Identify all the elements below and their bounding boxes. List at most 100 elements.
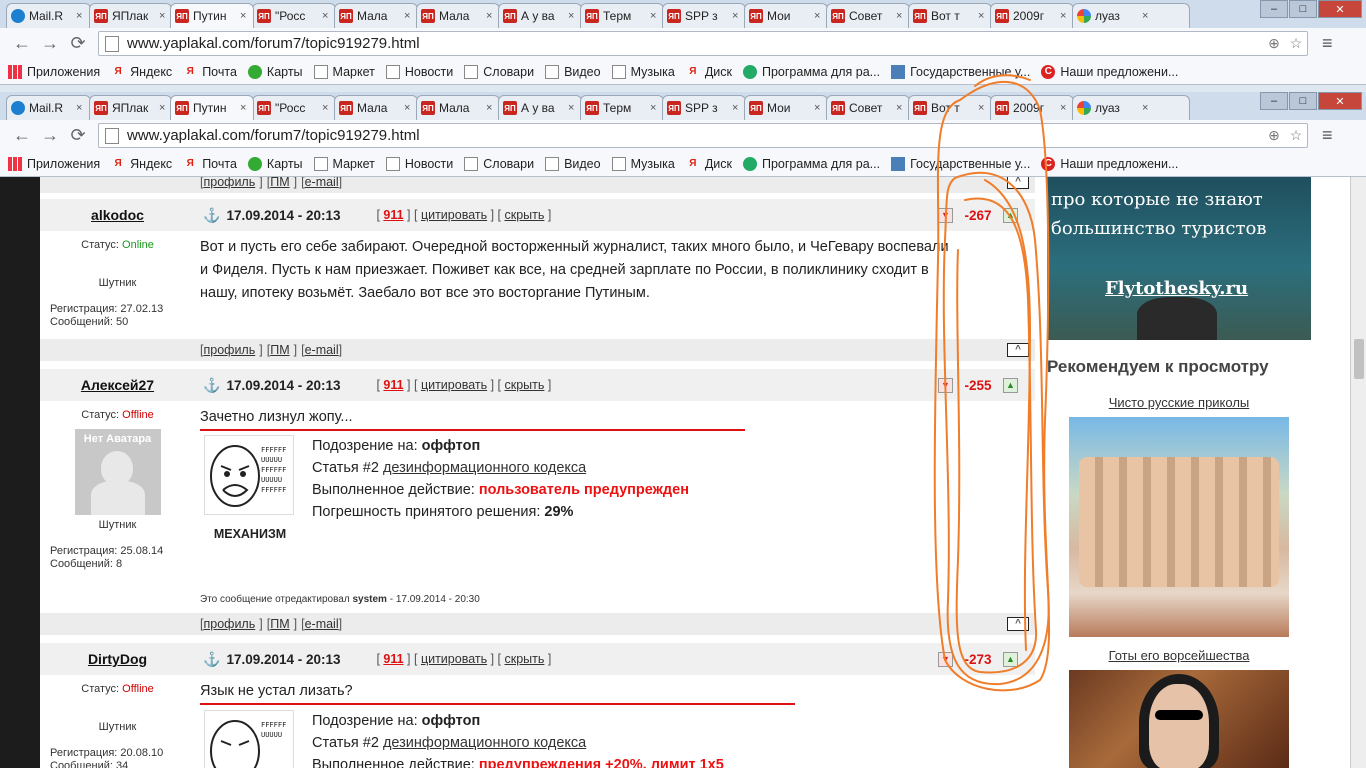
back-icon[interactable]: ← — [8, 125, 36, 146]
minimize-icon[interactable]: – — [1260, 92, 1288, 110]
close-window-icon[interactable]: ✕ — [1318, 92, 1362, 110]
vote-up-icon[interactable]: ▲ — [1003, 207, 1018, 223]
tab[interactable]: ЯП Мала × — [334, 3, 418, 28]
zoom-icon[interactable]: ⊕ — [1263, 35, 1285, 52]
close-tab-icon[interactable]: × — [76, 102, 82, 114]
bookmark-item[interactable]: С Наши предложени... — [1041, 64, 1178, 79]
tab[interactable]: ЯП Вот т × — [908, 3, 992, 28]
bookmark-item[interactable]: Государственные у... — [891, 64, 1030, 79]
bookmark-item[interactable]: Карты — [247, 64, 303, 79]
bookmark-item[interactable]: Я Яндекс — [111, 157, 173, 171]
close-tab-icon[interactable]: × — [568, 102, 574, 114]
vote-down-icon[interactable]: ▼ — [938, 651, 953, 667]
close-tab-icon[interactable]: × — [896, 102, 902, 114]
profile-link[interactable]: профиль — [203, 617, 255, 631]
anchor-icon[interactable]: ⚓ — [203, 651, 220, 668]
vote-down-icon[interactable]: ▼ — [938, 377, 953, 393]
reload-icon[interactable]: ⟳ — [64, 125, 92, 146]
bookmark-item[interactable]: Видео — [545, 64, 601, 79]
close-tab-icon[interactable]: × — [322, 102, 328, 114]
close-tab-icon[interactable]: × — [159, 102, 165, 114]
bookmark-item[interactable]: Программа для ра... — [742, 156, 880, 171]
menu-icon[interactable]: ≡ — [1322, 125, 1333, 146]
bookmark-item[interactable]: Приложения — [8, 64, 100, 79]
advert-banner[interactable]: про которые не знают большинство туристо… — [1047, 177, 1311, 340]
pm-link[interactable]: ПМ — [270, 343, 289, 357]
close-tab-icon[interactable]: × — [978, 10, 984, 22]
bookmark-item[interactable]: Я Яндекс — [111, 65, 173, 79]
article-link[interactable]: дезинформационного кодекса — [383, 460, 586, 476]
close-tab-icon[interactable]: × — [650, 10, 656, 22]
recommend-image-2[interactable] — [1069, 670, 1289, 768]
tab[interactable]: ЯП SPP з × — [662, 3, 746, 28]
recommend-image-1[interactable] — [1069, 417, 1289, 637]
address-bar[interactable]: www.yaplakal.com/forum7/topic919279.html… — [98, 123, 1308, 148]
star-icon[interactable]: ☆ — [1285, 35, 1307, 52]
post-author[interactable]: Алексей27 — [40, 377, 195, 393]
tab[interactable]: ЯП ЯПлак × — [89, 95, 172, 120]
email-link[interactable]: e-mail — [305, 177, 339, 189]
close-tab-icon[interactable]: × — [486, 10, 492, 22]
tab[interactable]: Mail.R × — [6, 95, 91, 120]
ad-site[interactable]: Flytothesky.ru — [1105, 278, 1248, 299]
quote-link[interactable]: цитировать — [421, 208, 487, 222]
tab[interactable]: ЯП "Росс × — [252, 3, 336, 28]
pm-link[interactable]: ПМ — [270, 617, 289, 631]
bookmark-item[interactable]: С Наши предложени... — [1041, 156, 1178, 171]
post-number-link[interactable]: 911 — [383, 378, 403, 392]
close-tab-icon[interactable]: × — [650, 102, 656, 114]
bookmark-item[interactable]: Маркет — [313, 156, 375, 171]
article-link[interactable]: дезинформационного кодекса — [383, 735, 586, 751]
close-tab-icon[interactable]: × — [76, 10, 82, 22]
close-tab-icon[interactable]: × — [732, 10, 738, 22]
close-window-icon[interactable]: ✕ — [1318, 0, 1362, 18]
reload-icon[interactable]: ⟳ — [64, 33, 92, 54]
quote-link[interactable]: цитировать — [421, 652, 487, 666]
close-tab-icon[interactable]: × — [1060, 10, 1066, 22]
bookmark-item[interactable]: Государственные у... — [891, 156, 1030, 171]
close-tab-icon[interactable]: × — [814, 10, 820, 22]
bookmark-item[interactable]: Я Диск — [686, 157, 732, 171]
zoom-icon[interactable]: ⊕ — [1263, 127, 1285, 144]
maximize-icon[interactable]: □ — [1289, 0, 1317, 18]
email-link[interactable]: e-mail — [305, 343, 339, 357]
bookmark-item[interactable]: Я Почта — [183, 157, 237, 171]
close-tab-icon[interactable]: × — [1060, 102, 1066, 114]
minimize-icon[interactable]: – — [1260, 0, 1288, 18]
tab[interactable]: ЯП Мои × — [744, 3, 828, 28]
close-tab-icon[interactable]: × — [978, 102, 984, 114]
bookmark-item[interactable]: Словари — [464, 64, 534, 79]
tab[interactable]: ЯП ЯПлак × — [89, 3, 172, 28]
post-author[interactable]: alkodoc — [40, 207, 195, 223]
tab[interactable]: ЯП Совет × — [826, 95, 910, 120]
email-link[interactable]: e-mail — [305, 617, 339, 631]
bookmark-item[interactable]: Я Диск — [686, 65, 732, 79]
close-tab-icon[interactable]: × — [1142, 10, 1148, 22]
pm-link[interactable]: ПМ — [270, 177, 289, 189]
bookmark-item[interactable]: Новости — [385, 64, 453, 79]
post-number-link[interactable]: 911 — [383, 208, 403, 222]
maximize-icon[interactable]: □ — [1289, 92, 1317, 110]
close-tab-icon[interactable]: × — [240, 10, 246, 22]
close-tab-icon[interactable]: × — [814, 102, 820, 114]
tab[interactable]: ЯП Мои × — [744, 95, 828, 120]
bookmark-item[interactable]: Приложения — [8, 156, 100, 171]
tab[interactable]: ЯП Мала × — [334, 95, 418, 120]
tab[interactable]: ЯП Мала × — [416, 95, 500, 120]
close-tab-icon[interactable]: × — [404, 10, 410, 22]
bookmark-item[interactable]: Словари — [464, 156, 534, 171]
tab[interactable]: ЯП SPP з × — [662, 95, 746, 120]
tab[interactable]: ЯП Мала × — [416, 3, 500, 28]
tab[interactable]: ЯП 2009г × — [990, 95, 1074, 120]
scroll-top-button[interactable]: ^ — [1007, 617, 1029, 631]
post-author[interactable]: DirtyDog — [40, 651, 195, 667]
close-tab-icon[interactable]: × — [568, 10, 574, 22]
post-number-link[interactable]: 911 — [383, 652, 403, 666]
tab[interactable]: ЯП Вот т × — [908, 95, 992, 120]
tab[interactable]: ЯП Путин × — [170, 95, 254, 120]
tab[interactable]: ЯП Терм × — [580, 95, 664, 120]
close-tab-icon[interactable]: × — [322, 10, 328, 22]
bookmark-item[interactable]: Новости — [385, 156, 453, 171]
star-icon[interactable]: ☆ — [1285, 127, 1307, 144]
tab[interactable]: ЯП Совет × — [826, 3, 910, 28]
